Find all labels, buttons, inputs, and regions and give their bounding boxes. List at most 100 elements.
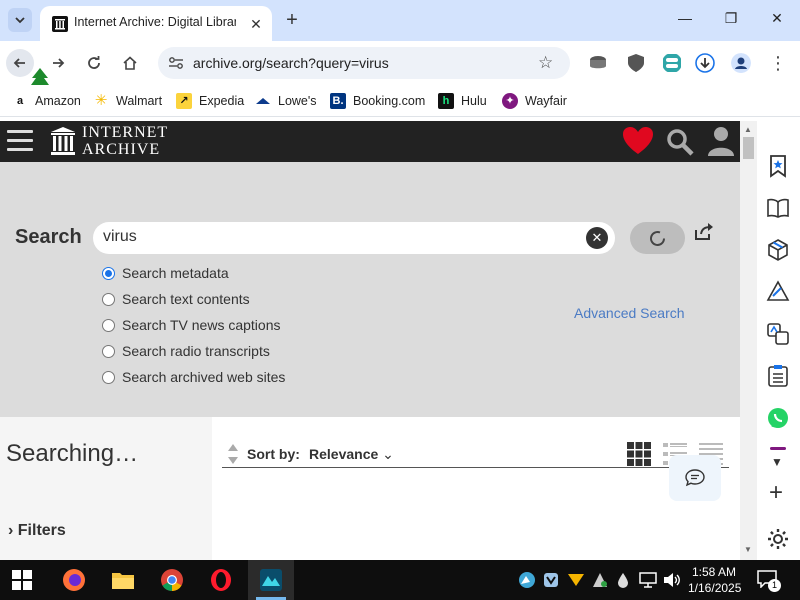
notification-badge: 1 [768,579,781,592]
file-explorer-icon[interactable] [111,568,135,592]
tab-close-icon[interactable]: ✕ [246,14,266,34]
address-bar[interactable]: archive.org/search?query=virus ☆ [158,47,570,79]
heart-icon[interactable] [622,126,654,156]
feedback-button[interactable] [669,455,721,501]
sort-bar: Sort by: Relevance ⌄ [222,439,729,468]
hamburger-menu-icon[interactable] [7,130,33,152]
sort-dropdown[interactable]: Relevance ⌄ [309,446,394,463]
search-input[interactable]: virus [93,222,615,254]
user-icon[interactable] [706,125,736,157]
minimize-icon[interactable]: — [674,10,696,30]
firefox-icon[interactable] [62,568,86,592]
lowes-icon [255,93,271,109]
whatsapp-icon[interactable] [766,406,790,430]
divider [770,447,786,450]
walmart-icon: ✳ [94,92,108,109]
close-window-icon[interactable]: ✕ [766,10,788,30]
download-icon[interactable] [695,53,715,73]
active-app-highlight[interactable] [248,560,294,600]
amazon-icon: a [16,95,24,107]
option-search-metadata[interactable]: Search metadata [102,264,229,282]
book-icon[interactable] [766,196,790,220]
sort-label: Sort by: [247,446,300,462]
scrollbar[interactable]: ▲ ▼ [740,121,757,560]
tray-drop-icon[interactable] [617,572,629,588]
search-label: Search [15,226,82,248]
option-search-text[interactable]: Search text contents [102,290,250,308]
bookmark-walmart[interactable]: ✳ Walmart [93,92,162,110]
scroll-thumb[interactable] [743,137,754,159]
chrome-icon[interactable] [160,568,184,592]
system-clock[interactable]: 1:58 AM 1/16/2025 [688,564,741,596]
ia-wordmark[interactable]: INTERNET ARCHIVE [82,124,168,158]
menu-kebab-icon[interactable]: ⋮ [764,49,792,77]
bookmark-wayfair[interactable]: ✦ Wayfair [502,92,567,110]
radio[interactable] [102,318,115,332]
windows-taskbar: 1:58 AM 1/16/2025 1 [0,560,800,600]
search-panel: Search virus ✕ Search metadata Search te… [0,162,740,417]
chevron-right-icon: › [8,522,14,539]
radio-checked[interactable] [102,266,115,280]
notification-center-icon[interactable]: 1 [757,570,781,592]
forward-button[interactable] [44,49,72,77]
star-icon[interactable]: ☆ [538,53,553,73]
home-button[interactable] [116,49,144,77]
tray-norton-icon[interactable] [567,572,585,588]
advanced-search-link[interactable]: Advanced Search [574,305,685,321]
network-icon[interactable] [639,572,657,588]
restore-icon[interactable]: ❐ [720,10,742,30]
ia-header: INTERNET ARCHIVE [0,121,740,162]
filters-toggle[interactable]: › Filters [8,522,66,540]
tab-search-button[interactable] [8,8,32,32]
tab-strip: Internet Archive: Digital Library ✕ + — … [0,0,800,41]
go-button[interactable] [630,222,685,254]
share-icon[interactable] [693,222,715,242]
chevron-down-icon[interactable]: ▼ [771,455,783,469]
bookmark-lowes[interactable]: Lowe's [255,92,317,110]
extension-icon[interactable] [588,53,608,73]
facets-column: Searching… › Filters [0,417,212,560]
shield-icon[interactable] [626,53,646,73]
draw-icon[interactable] [766,280,790,304]
sort-direction-icon[interactable] [227,443,239,465]
grid-view-icon[interactable] [627,442,651,466]
archive-logo-icon[interactable] [50,126,76,156]
tray-shield-icon[interactable] [543,572,559,588]
home-icon [123,56,137,70]
profile-icon[interactable] [731,53,751,73]
bookmark-expedia[interactable]: ↗ Expedia [176,92,244,110]
site-info-icon[interactable] [168,56,184,70]
chat-icon [685,469,705,487]
scroll-up-icon[interactable]: ▲ [744,125,752,134]
windows-start-icon[interactable] [12,570,32,590]
bookmark-booking[interactable]: B. Booking.com [330,92,425,110]
reload-button[interactable] [80,49,108,77]
package-icon[interactable] [766,238,790,262]
search-icon[interactable] [666,128,694,156]
option-search-tv[interactable]: Search TV news captions [102,316,281,334]
scroll-down-icon[interactable]: ▼ [744,545,752,554]
searching-status: Searching… [6,440,139,467]
reading-list-icon[interactable] [766,154,790,178]
bookmark-hulu[interactable]: h Hulu [438,92,487,110]
clear-search-icon[interactable]: ✕ [586,227,608,249]
gear-icon[interactable] [766,527,790,551]
opera-icon[interactable] [209,568,233,592]
tray-network-drive-icon[interactable] [591,571,609,589]
active-tab[interactable]: Internet Archive: Digital Library ✕ [40,6,272,41]
hulu-icon: h [438,93,454,109]
option-search-radio[interactable]: Search radio transcripts [102,342,270,360]
volume-icon[interactable] [663,572,681,588]
radio[interactable] [102,344,115,358]
translate-icon[interactable] [766,322,790,346]
chevron-down-icon [15,17,25,24]
option-search-web[interactable]: Search archived web sites [102,368,285,386]
new-tab-button[interactable]: + [282,10,302,30]
bookmark-amazon[interactable]: a Amazon [12,92,81,110]
radio[interactable] [102,292,115,306]
checklist-icon[interactable] [766,364,790,388]
radio[interactable] [102,370,115,384]
toggle-extension-icon[interactable] [662,53,682,73]
plus-icon[interactable]: + [769,481,783,505]
tray-app-icon[interactable] [518,571,536,589]
